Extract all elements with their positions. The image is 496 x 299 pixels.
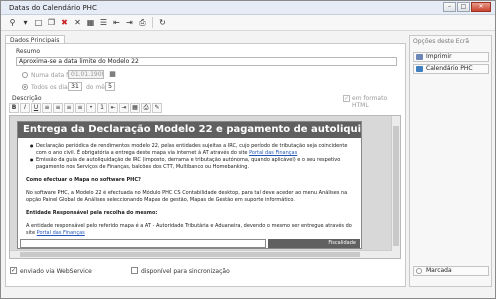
close-button[interactable]: ✕ — [471, 2, 491, 12]
bullet-paragraph: Emissão da guia de autoliquidação de IRC… — [30, 157, 356, 170]
vertical-scroll-thumb[interactable] — [393, 126, 399, 246]
editor-document: Entrega da Declaração Modelo 22 e pagame… — [17, 121, 362, 249]
list-icon[interactable]: ☰ — [98, 17, 109, 28]
paragraph: No software PHC, a Modelo 22 é efectuada… — [26, 190, 348, 203]
resumo-input[interactable]: Aproxima-se a data limite do Modelo 22 — [16, 57, 397, 66]
close-x-icon[interactable]: ✕ — [72, 17, 83, 28]
editor-toolbar: B I U ≡ ≡ ≡ ≡ • 1 ⇤ ⇥ ▦ ⎙ ✎ — [9, 103, 162, 113]
sync-label: disponível para sincronização — [141, 268, 230, 275]
align-center-icon[interactable]: ≡ — [53, 103, 63, 113]
sync-checkbox[interactable] — [131, 267, 138, 274]
outdent-icon[interactable]: ⇤ — [108, 103, 118, 113]
bullet-text: Emissão da guia de autoliquidação de IRC… — [36, 157, 341, 170]
calendario-phc-button[interactable]: Calendário PHC — [413, 64, 489, 74]
webservice-label: enviado via WebService — [20, 268, 92, 275]
marcada-label: Marcada — [426, 267, 452, 274]
marcada-radio[interactable] — [416, 268, 422, 274]
paragraph: A entidade responsável pelo referido map… — [26, 223, 356, 236]
document-input[interactable] — [20, 239, 266, 248]
descricao-label: Descrição — [12, 95, 42, 102]
title-bar: Datas do Calendário PHC – □ ✕ — [1, 1, 495, 15]
portal-financas-link[interactable]: Portal das Finanças — [249, 150, 297, 156]
todos-os-dias-label: Todos os dias — [31, 84, 71, 91]
resumo-label: Resumo — [16, 48, 41, 55]
fixed-date-input[interactable]: 01.01.1900 — [68, 70, 104, 79]
html-format-checkbox[interactable]: ✓ — [343, 95, 350, 102]
imprimir-label: Imprimir — [426, 53, 452, 60]
html-format-label: em formato HTML — [352, 95, 388, 109]
month-input[interactable]: 5 — [105, 82, 115, 91]
new-doc-icon[interactable]: □ — [33, 17, 44, 28]
document-heading: Entrega da Declaração Modelo 22 e pagame… — [18, 122, 361, 138]
todos-os-dias-radio[interactable] — [22, 84, 28, 90]
align-left-icon[interactable]: ≡ — [42, 103, 52, 113]
delete-icon[interactable]: ✖ — [59, 17, 70, 28]
toolbar-separator — [152, 17, 153, 28]
toolbar: ⚲ ▾ □ ❐ ✖ ✕ ▦ ☰ ⇤ ⇥ ⎙ ↻ — [1, 15, 495, 31]
section-heading: Como efectuar o Mapa no software PHC? — [26, 177, 141, 183]
grid-icon[interactable]: ▦ — [85, 17, 96, 28]
minimize-button[interactable]: – — [443, 2, 456, 12]
fiscalidade-button[interactable]: Fiscalidade — [268, 239, 360, 248]
webservice-checkbox[interactable]: ✓ — [10, 267, 17, 274]
bold-icon[interactable]: B — [9, 103, 19, 113]
options-panel-title: Opções deste Ecrã — [413, 38, 470, 45]
calendario-label: Calendário PHC — [426, 65, 473, 72]
print-icon[interactable]: ⎙ — [137, 17, 148, 28]
export-icon[interactable]: ⇥ — [124, 17, 135, 28]
table-icon[interactable]: ▦ — [130, 103, 140, 113]
print-icon[interactable]: ⎙ — [141, 103, 151, 113]
printer-icon — [416, 54, 423, 60]
bullet-text: Declaração periódica de rendimentos mode… — [36, 143, 348, 156]
bullet-list-icon[interactable]: • — [86, 103, 96, 113]
window-title: Datas do Calendário PHC — [9, 4, 97, 12]
maximize-button[interactable]: □ — [457, 2, 470, 12]
numbered-list-icon[interactable]: 1 — [97, 103, 107, 113]
numa-data-radio[interactable] — [22, 72, 28, 78]
indent-icon[interactable]: ⇥ — [119, 103, 129, 113]
italic-icon[interactable]: I — [20, 103, 30, 113]
calendar-icon — [416, 66, 423, 72]
description-editor[interactable]: Entrega da Declaração Modelo 22 e pagame… — [9, 115, 401, 259]
calendar-icon[interactable]: ▦ — [107, 69, 118, 80]
options-panel: Opções deste Ecrã Imprimir Calendário PH… — [409, 35, 492, 287]
portal-financas-link[interactable]: Portal das Finanças — [37, 230, 85, 236]
justify-icon[interactable]: ≡ — [75, 103, 85, 113]
vertical-scrollbar[interactable] — [391, 116, 400, 258]
window-controls: – □ ✕ — [443, 2, 491, 12]
import-icon[interactable]: ⇤ — [111, 17, 122, 28]
horizontal-scrollbar[interactable] — [10, 250, 392, 258]
refresh-icon[interactable]: ↻ — [157, 17, 168, 28]
horizontal-scroll-thumb[interactable] — [20, 252, 360, 257]
imprimir-button[interactable]: Imprimir — [413, 52, 489, 62]
dropdown-arrow-icon[interactable]: ▾ — [20, 17, 31, 28]
window: Datas do Calendário PHC – □ ✕ ⚲ ▾ □ ❐ ✖ … — [0, 0, 496, 299]
section-heading: Entidade Responsável pela recolha do mes… — [26, 210, 158, 216]
copy-icon[interactable]: ❐ — [46, 17, 57, 28]
bullet-paragraph: Declaração periódica de rendimentos mode… — [30, 143, 356, 156]
edit-source-icon[interactable]: ✎ — [152, 103, 162, 113]
align-right-icon[interactable]: ≡ — [64, 103, 74, 113]
underline-icon[interactable]: U — [31, 103, 41, 113]
day-input[interactable]: 31 — [68, 82, 82, 91]
search-icon[interactable]: ⚲ — [7, 17, 18, 28]
marcada-toggle[interactable]: Marcada — [413, 266, 489, 276]
